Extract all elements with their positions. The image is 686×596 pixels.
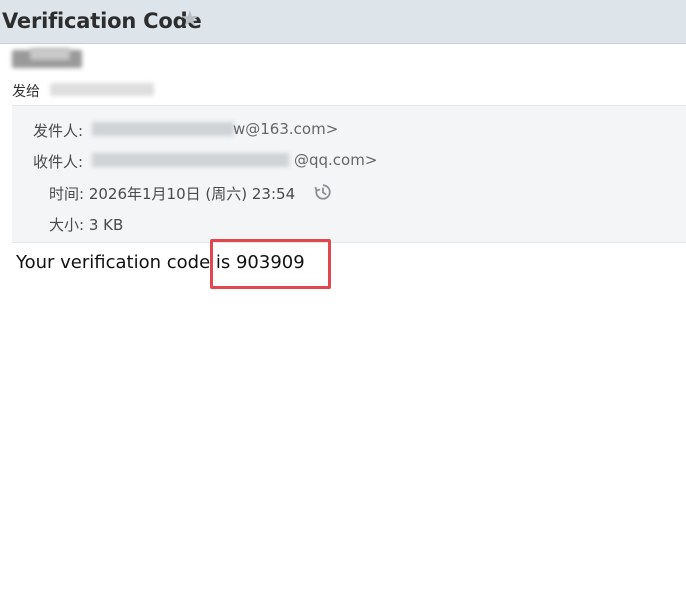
title-bar: Verification Code ★: [0, 0, 686, 44]
to-label: 收件人:: [33, 153, 84, 171]
from-label: 发件人:: [33, 122, 84, 140]
body-prefix: Your verification code is: [16, 252, 236, 273]
email-subject: Verification Code: [2, 9, 202, 33]
sender-name-redacted: [12, 46, 92, 72]
to-row: 收件人:: [33, 151, 83, 172]
time-row: 时间: 2026年1月10日 (周六) 23:54: [49, 183, 295, 204]
from-row: 发件人:: [33, 120, 83, 141]
size-row: 大小: 3 KB: [49, 214, 123, 235]
history-icon[interactable]: [314, 183, 332, 201]
size-value: 3 KB: [88, 216, 124, 234]
time-label: 时间:: [49, 185, 85, 203]
time-value: 2026年1月10日 (周六) 23:54: [88, 185, 296, 203]
email-view: Verification Code ★ 发给 发件人: w@163.com> 收…: [0, 0, 686, 596]
sent-to-redacted: [50, 83, 154, 96]
star-icon[interactable]: ★: [180, 7, 200, 32]
code-highlight-box: [210, 239, 331, 289]
size-label: 大小:: [49, 216, 85, 234]
to-address-redacted: [92, 153, 289, 167]
sent-to-label: 发给: [12, 84, 40, 100]
from-address-redacted: [92, 122, 234, 136]
to-address[interactable]: @qq.com>: [294, 151, 377, 169]
from-address[interactable]: w@163.com>: [233, 120, 338, 138]
